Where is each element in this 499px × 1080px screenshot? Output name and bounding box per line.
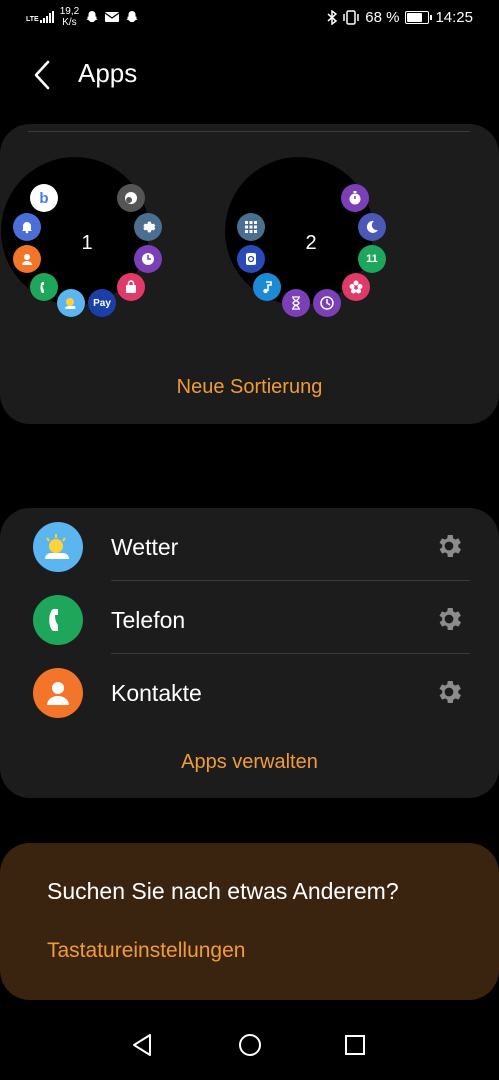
search-suggestion-card: [0, 843, 499, 1000]
reorder-button[interactable]: Neue Sortierung: [0, 376, 499, 399]
apps-grid-icon: [237, 213, 265, 241]
page-title: Apps: [78, 58, 138, 88]
battery-fill: [407, 13, 423, 22]
network-speed: 19,2 K/s: [60, 6, 79, 28]
snapchat-icon: [86, 11, 98, 22]
gear-icon[interactable]: [434, 604, 464, 634]
search-card-title: Suchen Sie nach etwas Anderem?: [47, 878, 399, 904]
speed-value: 19,2: [59, 6, 80, 17]
status-left: LTE 19,2 K/s: [26, 6, 139, 28]
store-icon: [117, 273, 145, 301]
app-label-weather: Wetter: [111, 534, 179, 560]
app-row-contacts[interactable]: Kontakte: [0, 666, 499, 726]
app-label-contacts: Kontakte: [111, 680, 202, 706]
find-icon: [237, 245, 265, 273]
back-arrow-icon[interactable]: [28, 58, 58, 92]
nav-back-icon[interactable]: [128, 1030, 158, 1060]
battery-percent: 68 %: [365, 9, 400, 26]
gear-icon[interactable]: [434, 677, 464, 707]
sleep-icon: [358, 213, 386, 241]
signal-group: LTE: [26, 11, 54, 23]
gear-icon[interactable]: [434, 531, 464, 561]
gallery-icon: [342, 273, 370, 301]
network-type: LTE: [26, 16, 39, 23]
world-clock-icon: [313, 289, 341, 317]
phone-icon: [33, 595, 83, 645]
vibrate-icon: [343, 10, 359, 25]
nav-home-icon[interactable]: [235, 1030, 265, 1060]
app-label-phone: Telefon: [111, 607, 186, 633]
snapchat-icon-2: [126, 11, 138, 22]
watch-page-2-number: 2: [305, 232, 317, 254]
keyboard-settings-link[interactable]: Tastatureinstellungen: [47, 939, 245, 963]
notification-icon: [13, 213, 41, 241]
stopwatch-icon: [341, 184, 369, 212]
power-icon: [117, 184, 145, 212]
manage-apps-button[interactable]: Apps verwalten: [0, 751, 499, 774]
timer-icon: [282, 289, 310, 317]
nav-recents-icon[interactable]: [340, 1030, 370, 1060]
divider: [111, 580, 470, 581]
bluetooth-icon: [327, 10, 338, 25]
signal-icon: [39, 11, 54, 23]
battery-icon: [405, 11, 433, 24]
contacts-icon: [33, 668, 83, 718]
pay-icon: Pay: [88, 289, 116, 317]
bixby-icon: b: [30, 184, 58, 212]
alarm-icon: [134, 245, 162, 273]
clock: 14:25: [435, 9, 473, 26]
music-icon: [253, 273, 281, 301]
app-row-phone[interactable]: Telefon: [0, 593, 499, 653]
calendar-icon: 11: [358, 245, 386, 273]
contacts-small-icon: [13, 245, 41, 273]
speed-unit: K/s: [62, 17, 77, 28]
divider: [111, 653, 470, 654]
weather-small-icon: [57, 289, 85, 317]
status-bar: LTE 19,2 K/s 68 % 14:25: [0, 0, 499, 36]
mail-icon: [105, 12, 120, 22]
watch-page-1-number: 1: [81, 232, 93, 254]
settings-icon: [134, 213, 162, 241]
phone-small-icon: [30, 273, 58, 301]
app-row-weather[interactable]: Wetter: [0, 520, 499, 580]
divider: [28, 131, 470, 132]
status-right: 68 % 14:25: [327, 9, 473, 26]
weather-icon: [33, 522, 83, 572]
